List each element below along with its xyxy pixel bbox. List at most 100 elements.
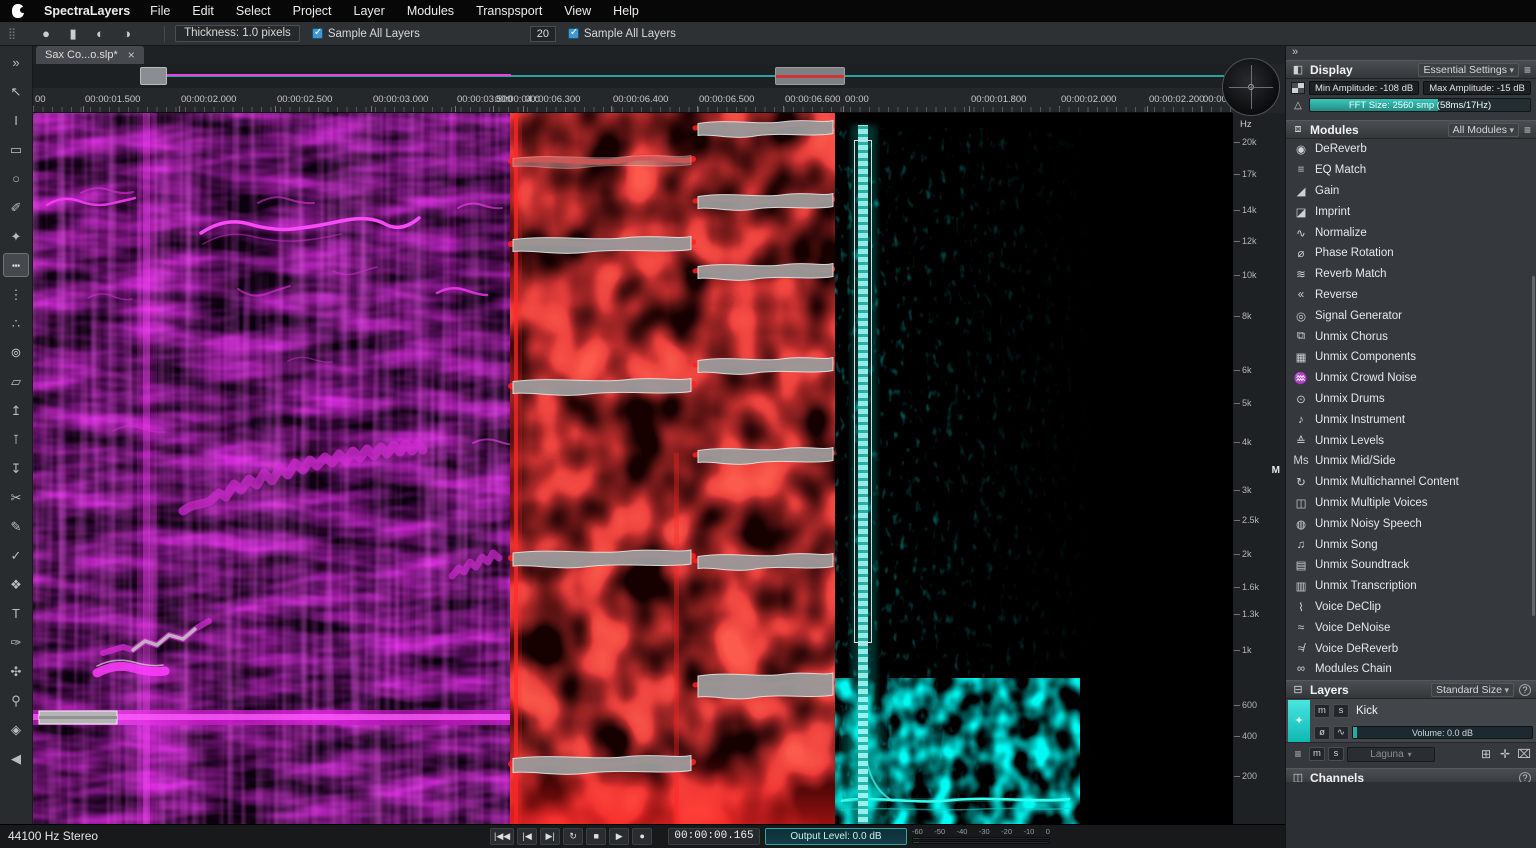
playback-tool-icon[interactable]: ◀ [3,746,29,770]
menu-layer[interactable]: Layer [354,4,385,18]
module-unmix-song[interactable]: ♫Unmix Song [1286,534,1536,555]
spectrogram-canvas[interactable] [33,113,1232,824]
text-tool-icon[interactable]: T [3,601,29,625]
layer-thumbnail[interactable]: ✦ [1288,700,1310,742]
hand-tool-icon[interactable]: ✣ [3,659,29,683]
layer-row-kick[interactable]: ✦ m s Kick ø ∿ Volume: 0.0 dB [1286,699,1536,743]
module-eq-match[interactable]: ≡EQ Match [1286,160,1536,181]
time-ruler[interactable]: 0000:00:01.50000:00:02.00000:00:02.50000… [33,88,1232,113]
min-amplitude-field[interactable]: Min Amplitude: -108 dB [1309,81,1419,95]
brush-selection-tool-icon[interactable]: ✐ [3,195,29,219]
layer-stack-icon[interactable] [1290,747,1306,761]
new-group-icon[interactable]: ⊞ [1478,747,1494,761]
module-dereverb[interactable]: ◉DeReverb [1286,139,1536,160]
group-mute-button[interactable]: m [1309,747,1325,761]
harmonic-selection-tool-icon[interactable]: ∴ [3,311,29,335]
tolerance-input[interactable] [530,26,556,42]
module-gain[interactable]: ◢Gain [1286,181,1536,202]
navigation-compass[interactable] [1222,58,1280,116]
brush-round-icon[interactable]: ● [37,25,55,43]
next-icon[interactable]: ▶| [540,828,560,845]
menu-view[interactable]: View [564,4,591,18]
amplify-tool-icon[interactable]: ↥ [3,398,29,422]
pen-tool-icon[interactable]: ✑ [3,630,29,654]
layers-size-dropdown[interactable]: Standard Size [1431,683,1514,697]
measure-tool-icon[interactable]: ✓ [3,543,29,567]
magic-wand-tool-icon[interactable]: ✦ [3,224,29,248]
stop-icon[interactable]: ■ [586,828,606,845]
menu-project[interactable]: Project [293,4,332,18]
retouch-tool-icon[interactable]: ❖ [3,572,29,596]
frequency-selection-tool-icon[interactable]: ⋮ [3,282,29,306]
pin-layer-icon[interactable]: ✛ [1497,747,1513,761]
layer-volume-slider[interactable]: Volume: 0.0 dB [1352,726,1533,739]
prev-icon[interactable]: |◀ [517,828,537,845]
clamp-tool-icon[interactable]: ⊺ [3,427,29,451]
menu-select[interactable]: Select [236,4,271,18]
module-unmix-components[interactable]: ▦Unmix Components [1286,347,1536,368]
layers-help-icon[interactable] [1519,684,1531,696]
module-unmix-drums[interactable]: ⊙Unmix Drums [1286,389,1536,410]
module-voice-denoise[interactable]: ≈Voice DeNoise [1286,617,1536,638]
module-normalize[interactable]: ∿Normalize [1286,222,1536,243]
toolbar-grip-icon[interactable]: ⣿ [8,27,17,40]
sample-all-layers-checkbox-1[interactable] [312,28,323,39]
modules-menu-icon[interactable] [1524,123,1531,137]
panel-scrollbar[interactable] [1532,276,1535,616]
module-voice-declip[interactable]: ⌇Voice DeClip [1286,597,1536,618]
menu-help[interactable]: Help [613,4,639,18]
tone-selection-tool-icon[interactable]: ┅ [3,253,29,277]
timeline-overview[interactable] [33,64,1232,88]
module-unmix-transcription[interactable]: ▥Unmix Transcription [1286,576,1536,597]
rectangle-selection-tool-icon[interactable]: ▭ [3,137,29,161]
brush-flat-icon[interactable]: ▮ [64,25,82,43]
layer-phase-button[interactable]: ø [1314,726,1330,740]
fft-size-slider[interactable]: FFT Size: 2560 smp (58ms/17Hz) [1309,98,1531,112]
record-icon[interactable]: ● [632,828,652,845]
module-imprint[interactable]: ◪Imprint [1286,201,1536,222]
layers-panel-header[interactable]: ⊟ Layers Standard Size [1286,680,1536,699]
module-unmix-soundtrack[interactable]: ▤Unmix Soundtrack [1286,555,1536,576]
overview-handle-left[interactable] [140,67,167,85]
anchor-tool-icon[interactable]: ↧ [3,456,29,480]
module-unmix-instrument[interactable]: ♪Unmix Instrument [1286,409,1536,430]
sample-all-layers-checkbox-2[interactable] [568,28,579,39]
zoom-tool-icon[interactable]: ⚲ [3,688,29,712]
apple-menu-icon[interactable] [12,4,24,18]
delete-layer-icon[interactable]: ⌧ [1516,747,1532,761]
module-modules-chain[interactable]: ∞Modules Chain [1286,659,1536,680]
brush-hollow-icon[interactable]: ◑ [118,25,136,43]
layer-envelope-button[interactable]: ∿ [1333,726,1349,740]
layer-mute-button[interactable]: m [1314,704,1330,718]
frequency-scale[interactable]: Hz M 20k17k14k12k10k8k6k5k4k3k2.5k2k1.6k… [1232,113,1285,824]
time-selection-tool-icon[interactable]: I [3,108,29,132]
loop-icon[interactable]: ↻ [563,828,583,845]
module-unmix-noisy-speech[interactable]: ◍Unmix Noisy Speech [1286,513,1536,534]
group-select-dropdown[interactable]: Laguna [1347,747,1435,762]
group-solo-button[interactable]: s [1328,747,1344,761]
pointer-tool-icon[interactable]: ↖ [3,79,29,103]
thickness-field[interactable]: Thickness: 1.0 pixels [175,25,300,42]
module-unmix-multiple-voices[interactable]: ◫Unmix Multiple Voices [1286,493,1536,514]
module-unmix-levels[interactable]: ≙Unmix Levels [1286,430,1536,451]
menu-file[interactable]: File [150,4,170,18]
lasso-selection-tool-icon[interactable]: ○ [3,166,29,190]
cut-tool-icon[interactable]: ✂ [3,485,29,509]
display-panel-header[interactable]: ◧ Display Essential Settings [1286,60,1536,79]
module-unmix-chorus[interactable]: ⧉Unmix Chorus [1286,326,1536,347]
module-voice-dereverb[interactable]: ≉Voice DeReverb [1286,638,1536,659]
project-tab[interactable]: Sax Co...o.slp* × [36,46,144,64]
eraser-tool-icon[interactable]: ▱ [3,369,29,393]
layer-name[interactable]: Kick [1356,705,1378,717]
module-unmix-crowd-noise[interactable]: ♒Unmix Crowd Noise [1286,368,1536,389]
module-reverb-match[interactable]: ≋Reverb Match [1286,264,1536,285]
tab-close-icon[interactable]: × [128,48,135,62]
overview-handle-right[interactable] [775,67,845,85]
display-menu-icon[interactable] [1524,63,1531,77]
max-amplitude-field[interactable]: Max Amplitude: -15 dB [1423,81,1531,95]
output-level-slider[interactable]: Output Level: 0.0 dB [765,828,907,845]
noise-selection-tool-icon[interactable]: ⊚ [3,340,29,364]
layer-solo-button[interactable]: s [1333,704,1349,718]
panel-expand-icon[interactable]: » [1286,46,1536,60]
brush-soft-icon[interactable]: ◐ [91,25,109,43]
